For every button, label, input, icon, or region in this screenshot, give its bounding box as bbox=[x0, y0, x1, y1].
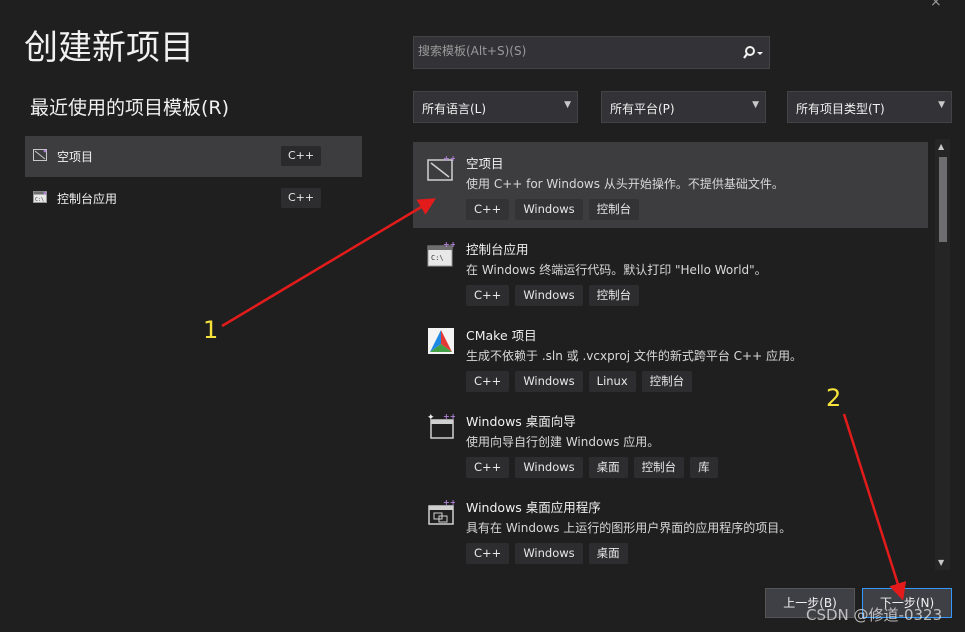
svg-text:++: ++ bbox=[443, 240, 455, 249]
template-item-cmake-project[interactable]: CMake 项目 生成不依赖于 .sln 或 .vcxproj 文件的新式跨平台… bbox=[413, 314, 928, 400]
template-tag: C++ bbox=[466, 457, 510, 478]
template-description: 使用 C++ for Windows 从头开始操作。不提供基础文件。 bbox=[466, 177, 784, 191]
template-item-desktop-wizard[interactable]: ✦ ++ Windows 桌面向导 使用向导自行创建 Windows 应用。 C… bbox=[413, 400, 928, 486]
recent-item-empty-project[interactable]: 空项目 C++ bbox=[25, 136, 362, 177]
template-tag: 控制台 bbox=[588, 285, 640, 306]
template-tag: C++ bbox=[466, 371, 510, 392]
search-box bbox=[413, 36, 770, 69]
recent-templates-heading: 最近使用的项目模板(R) bbox=[30, 97, 230, 119]
template-tag: 控制台 bbox=[588, 199, 640, 220]
template-tag: 库 bbox=[690, 457, 718, 478]
template-tag: C++ bbox=[466, 199, 510, 220]
template-tag: Windows bbox=[515, 199, 583, 220]
template-tag: 控制台 bbox=[641, 371, 693, 392]
template-description: 具有在 Windows 上运行的图形用户界面的应用程序的项目。 bbox=[466, 521, 792, 535]
template-item-desktop-app[interactable]: ++ Windows 桌面应用程序 具有在 Windows 上运行的图形用户界面… bbox=[413, 486, 928, 569]
console-app-icon: C:\ ++ bbox=[427, 240, 455, 267]
chevron-down-icon: ▼ bbox=[938, 100, 945, 110]
svg-text:✦: ✦ bbox=[427, 413, 435, 423]
template-description: 使用向导自行创建 Windows 应用。 bbox=[466, 435, 660, 449]
template-tag: 桌面 bbox=[588, 457, 628, 478]
template-name: 控制台应用 bbox=[466, 242, 529, 257]
template-tags: C++ Windows 控制台 bbox=[466, 285, 640, 306]
template-tags: C++ Windows 桌面 bbox=[466, 543, 628, 564]
template-name: CMake 项目 bbox=[466, 328, 537, 343]
cmake-icon bbox=[428, 328, 454, 354]
template-tags: C++ Windows 控制台 bbox=[466, 199, 640, 220]
template-tag: Windows bbox=[515, 371, 583, 392]
empty-project-icon: ++ bbox=[427, 154, 455, 181]
template-tag: Windows bbox=[515, 285, 583, 306]
template-item-console-app[interactable]: C:\ ++ 控制台应用 在 Windows 终端运行代码。默认打印 "Hell… bbox=[413, 228, 928, 314]
close-icon[interactable]: × bbox=[930, 0, 950, 10]
project-type-filter-label: 所有项目类型(T) bbox=[796, 102, 885, 116]
template-tag: 控制台 bbox=[633, 457, 685, 478]
template-tags: C++ Windows 桌面 控制台 库 bbox=[466, 457, 718, 478]
chevron-down-icon: ▼ bbox=[564, 100, 571, 110]
template-tags: C++ Windows Linux 控制台 bbox=[466, 371, 693, 392]
svg-text:C:\: C:\ bbox=[431, 254, 444, 262]
annotation-label-1: 1 bbox=[203, 316, 219, 344]
template-item-empty-project[interactable]: ++ 空项目 使用 C++ for Windows 从头开始操作。不提供基础文件… bbox=[413, 142, 928, 228]
template-list: ++ 空项目 使用 C++ for Windows 从头开始操作。不提供基础文件… bbox=[413, 139, 933, 569]
svg-text:++: ++ bbox=[443, 412, 455, 421]
template-list-scrollbar[interactable]: ▲ ▼ bbox=[935, 139, 950, 570]
search-icon bbox=[743, 46, 763, 59]
project-type-filter-dropdown[interactable]: 所有项目类型(T) ▼ bbox=[787, 91, 952, 123]
recent-item-tag: C++ bbox=[281, 146, 321, 166]
template-description: 生成不依赖于 .sln 或 .vcxproj 文件的新式跨平台 C++ 应用。 bbox=[466, 349, 802, 363]
search-button[interactable] bbox=[739, 42, 767, 64]
desktop-wizard-icon: ✦ ++ bbox=[427, 412, 455, 439]
recent-item-label: 控制台应用 bbox=[57, 192, 118, 206]
platform-filter-dropdown[interactable]: 所有平台(P) ▼ bbox=[601, 91, 766, 123]
svg-text:C:\: C:\ bbox=[35, 197, 44, 203]
template-name: Windows 桌面向导 bbox=[466, 414, 576, 429]
scrollbar-thumb[interactable] bbox=[939, 157, 947, 242]
recent-item-console-app[interactable]: C:\ 控制台应用 C++ bbox=[25, 178, 362, 219]
console-app-icon: C:\ bbox=[33, 191, 47, 203]
search-input[interactable] bbox=[418, 44, 728, 58]
chevron-down-icon: ▼ bbox=[752, 100, 759, 110]
template-tag: Windows bbox=[515, 543, 583, 564]
template-tag: Windows bbox=[515, 457, 583, 478]
recent-item-label: 空项目 bbox=[57, 150, 94, 164]
platform-filter-label: 所有平台(P) bbox=[610, 102, 675, 116]
recent-item-tag: C++ bbox=[281, 188, 321, 208]
language-filter-dropdown[interactable]: 所有语言(L) ▼ bbox=[413, 91, 578, 123]
svg-text:++: ++ bbox=[443, 154, 455, 163]
desktop-app-icon: ++ bbox=[428, 498, 455, 525]
language-filter-label: 所有语言(L) bbox=[422, 102, 487, 116]
svg-text:++: ++ bbox=[443, 498, 455, 507]
template-tag: C++ bbox=[466, 543, 510, 564]
annotation-label-2: 2 bbox=[826, 384, 842, 412]
page-title: 创建新项目 bbox=[24, 28, 194, 68]
template-tag: 桌面 bbox=[588, 543, 628, 564]
template-name: 空项目 bbox=[466, 156, 504, 171]
empty-project-icon bbox=[33, 149, 47, 161]
template-description: 在 Windows 终端运行代码。默认打印 "Hello World"。 bbox=[466, 263, 767, 277]
scroll-down-icon[interactable]: ▼ bbox=[938, 558, 944, 567]
template-tag: C++ bbox=[466, 285, 510, 306]
template-name: Windows 桌面应用程序 bbox=[466, 500, 601, 515]
scroll-up-icon[interactable]: ▲ bbox=[938, 142, 944, 151]
watermark: CSDN @修道-0323 bbox=[806, 606, 943, 624]
template-tag: Linux bbox=[588, 371, 636, 392]
